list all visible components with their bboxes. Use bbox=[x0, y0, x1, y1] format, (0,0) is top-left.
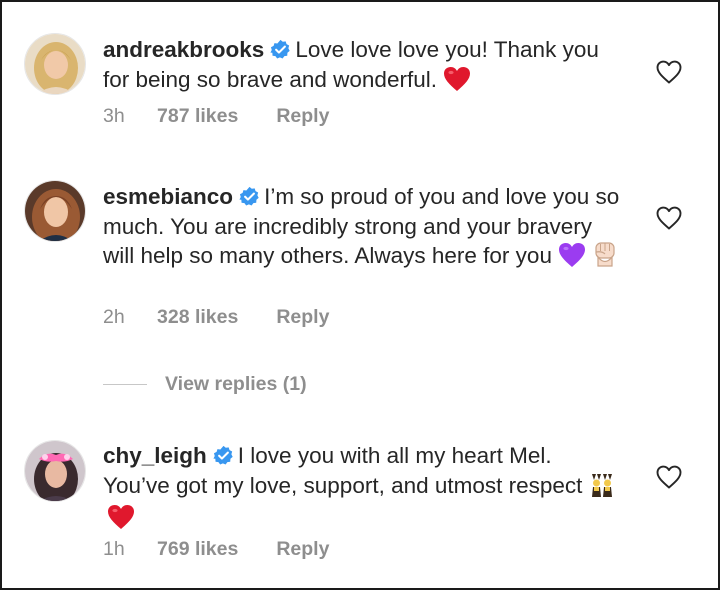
likes-count[interactable]: 787 likes bbox=[157, 105, 238, 128]
red-heart-icon bbox=[107, 504, 135, 536]
people-with-bunny-ears-icon bbox=[588, 472, 616, 504]
comment-meta: 1h 769 likes Reply bbox=[103, 538, 329, 561]
red-heart-icon bbox=[443, 66, 471, 98]
avatar[interactable] bbox=[24, 180, 86, 242]
comment-text-block: andreakbrooks Love love love you! Thank y… bbox=[103, 36, 623, 98]
timestamp[interactable]: 1h bbox=[103, 538, 157, 561]
avatar[interactable] bbox=[24, 440, 86, 502]
reply-button[interactable]: Reply bbox=[276, 105, 329, 128]
avatar[interactable] bbox=[24, 33, 86, 95]
username[interactable]: andreakbrooks bbox=[103, 37, 264, 62]
comments-panel: andreakbrooks Love love love you! Thank y… bbox=[0, 0, 720, 590]
view-replies-label: View replies (1) bbox=[165, 373, 307, 395]
verified-badge-icon bbox=[239, 186, 260, 213]
purple-heart-icon bbox=[558, 242, 586, 274]
like-heart-icon[interactable] bbox=[656, 206, 682, 230]
verified-badge-icon bbox=[270, 39, 291, 66]
like-heart-icon[interactable] bbox=[656, 60, 682, 84]
like-heart-icon[interactable] bbox=[656, 465, 682, 489]
verified-badge-icon bbox=[213, 445, 234, 472]
timestamp[interactable]: 3h bbox=[103, 105, 157, 128]
comment-meta: 2h 328 likes Reply bbox=[103, 306, 329, 329]
divider-line bbox=[103, 384, 147, 386]
likes-count[interactable]: 769 likes bbox=[157, 538, 238, 561]
comment-meta: 3h 787 likes Reply bbox=[103, 105, 329, 128]
raised-fist-icon bbox=[592, 240, 618, 274]
timestamp[interactable]: 2h bbox=[103, 306, 157, 329]
comment-text-block: chy_leigh I love you with all my heart Me… bbox=[103, 442, 623, 536]
username[interactable]: chy_leigh bbox=[103, 443, 207, 468]
reply-button[interactable]: Reply bbox=[276, 306, 329, 329]
comment-text-block: esmebianco I’m so proud of you and love y… bbox=[103, 183, 623, 274]
username[interactable]: esmebianco bbox=[103, 184, 233, 209]
likes-count[interactable]: 328 likes bbox=[157, 306, 238, 329]
view-replies-button[interactable]: View replies (1) bbox=[103, 373, 307, 396]
reply-button[interactable]: Reply bbox=[276, 538, 329, 561]
